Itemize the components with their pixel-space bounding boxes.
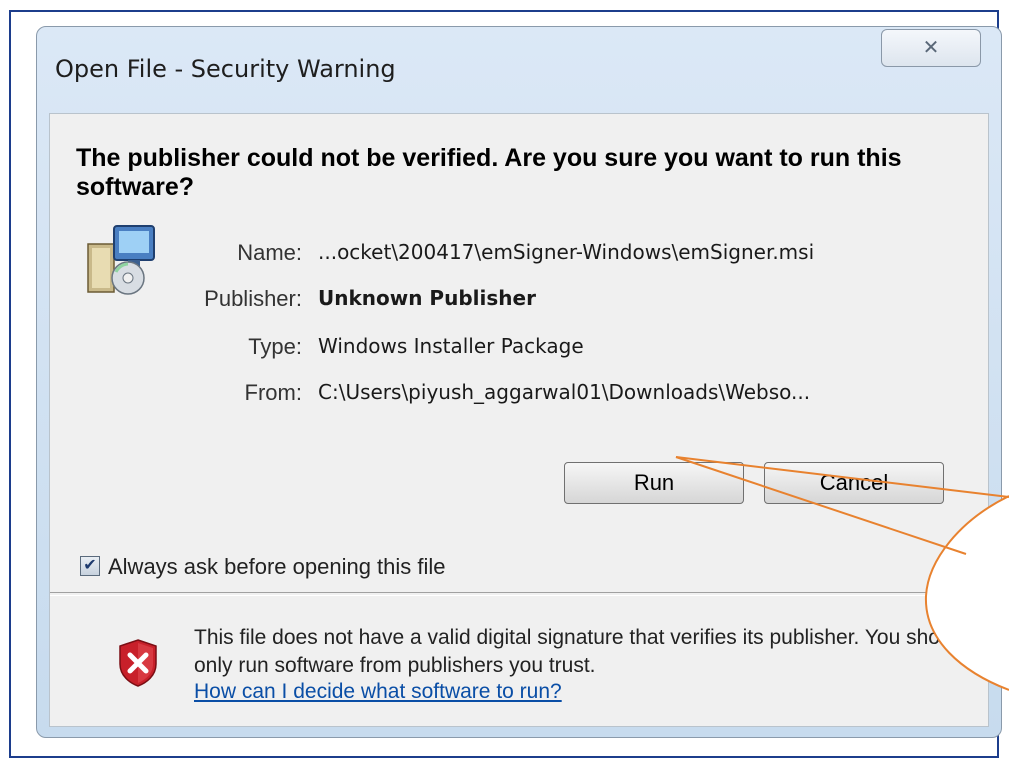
dialog-title: Open File - Security Warning <box>55 55 396 83</box>
security-warning-dialog: Open File - Security Warning ✕ The publi… <box>36 26 1002 738</box>
always-ask-label[interactable]: Always ask before opening this file <box>108 554 446 580</box>
separator <box>50 592 988 596</box>
dialog-body: The publisher could not be verified. Are… <box>49 113 989 727</box>
title-bar: Open File - Security Warning ✕ <box>37 27 1001 105</box>
checkmark-icon: ✔ <box>83 557 97 574</box>
red-shield-x-icon <box>119 639 157 687</box>
warning-text: This file does not have a valid digital … <box>194 626 968 677</box>
always-ask-checkbox[interactable]: ✔ <box>80 556 100 576</box>
detail-value-type: Windows Installer Package <box>318 334 584 358</box>
cancel-button[interactable]: Cancel <box>764 462 944 504</box>
detail-label: Publisher: <box>204 286 302 311</box>
close-button[interactable]: ✕ <box>881 29 981 67</box>
headline: The publisher could not be verified. Are… <box>76 144 902 201</box>
detail-label: From: <box>244 380 302 405</box>
detail-value-name: ...ocket\200417\emSigner-Windows\emSigne… <box>318 240 815 264</box>
detail-label: Type: <box>248 334 302 359</box>
detail-value-from: C:\Users\piyush_aggarwal01\Downloads\Web… <box>318 380 811 404</box>
help-link[interactable]: How can I decide what software to run? <box>194 680 562 704</box>
detail-label: Name: <box>237 240 302 265</box>
close-icon: ✕ <box>922 37 940 59</box>
run-button[interactable]: Run <box>564 462 744 504</box>
detail-value-publisher: Unknown Publisher <box>318 286 536 310</box>
